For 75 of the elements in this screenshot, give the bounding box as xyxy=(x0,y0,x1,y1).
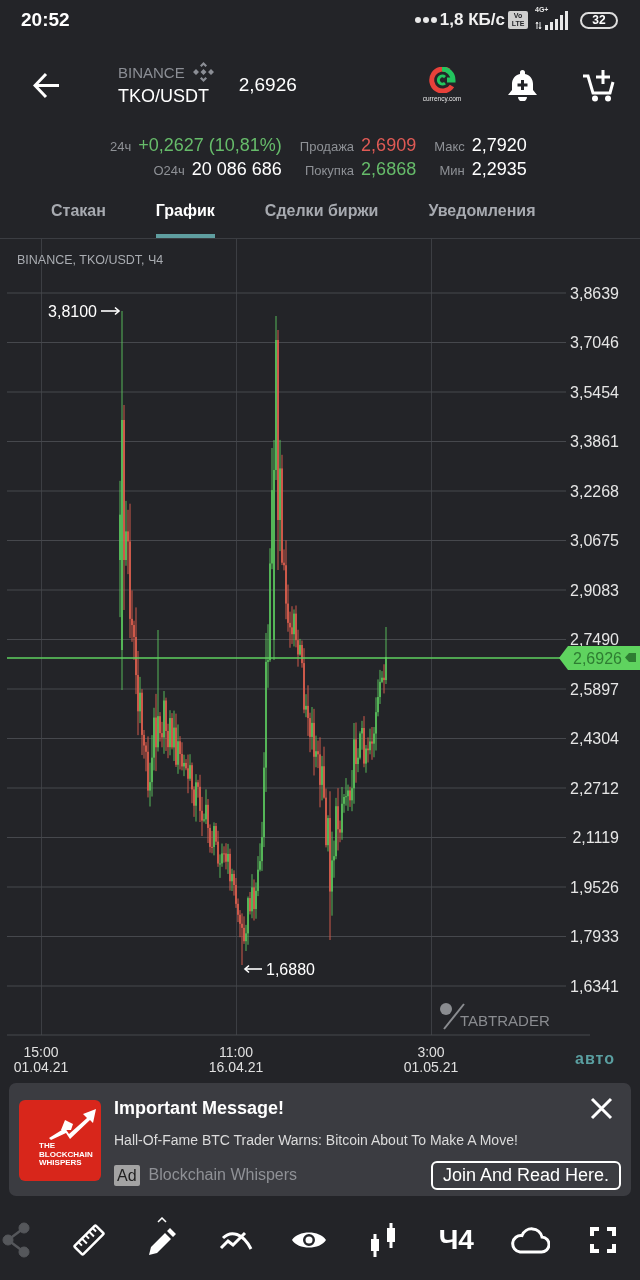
stat-label: Продажа xyxy=(299,139,355,154)
y-axis-label: 3,8639 xyxy=(570,284,619,302)
x-axis-time: 3:00 xyxy=(417,1044,445,1060)
exchange-name: BINANCE xyxy=(118,63,185,81)
scale-mode-toggle[interactable]: авто xyxy=(575,1049,615,1067)
stat-value: 20 086 686 xyxy=(191,159,282,180)
fullscreen-icon[interactable] xyxy=(590,1227,617,1253)
clock-time: 20:52 xyxy=(21,9,70,31)
ad-banner[interactable]: THE BLOCKCHAIN WHISPERS Important Message! Hall-Of-Fame BTC Trader Warns: Bitcoin About To Make A Move! Ad Blockchain Whispers Join And Read Here. xyxy=(9,1083,631,1196)
close-icon[interactable] xyxy=(590,1096,613,1120)
pencil-icon[interactable] xyxy=(147,1227,178,1257)
stat-value: +0,2627 (10,81%) xyxy=(138,135,282,156)
stat-label: Мин xyxy=(439,163,465,178)
stat-value: 2,2935 xyxy=(471,159,527,180)
ad-badge: Ad xyxy=(114,1164,140,1186)
x-axis-time: 11:00 xyxy=(219,1044,253,1060)
high-price-label: 3,8100 xyxy=(48,302,97,320)
stat-label: О24ч xyxy=(153,163,185,178)
tab[interactable]: График xyxy=(155,188,215,238)
join-button[interactable]: Join And Read Here. xyxy=(430,1160,621,1190)
ad-text: Hall-Of-Fame BTC Trader Warns: Bitcoin About To Make A Move! xyxy=(114,1131,519,1150)
timeframe-button[interactable]: Ч4 xyxy=(438,1224,474,1256)
low-price-label: 1,6880 xyxy=(266,960,315,978)
network-speed: 1,8 КБ/с xyxy=(439,10,505,30)
ad-logo-text: THE BLOCKCHAIN WHISPERS xyxy=(39,1142,94,1168)
advertiser-name: Blockchain Whispers xyxy=(148,1166,298,1184)
right-arrow-icon xyxy=(100,306,121,316)
y-axis-label: 3,2268 xyxy=(570,482,619,500)
ruler-icon[interactable] xyxy=(72,1224,105,1256)
tab[interactable]: Уведомления xyxy=(428,188,536,238)
stat-value: 2,6909 xyxy=(361,135,417,156)
x-axis-date: 01.05.21 xyxy=(403,1059,459,1075)
ad-title: Important Message! xyxy=(114,1097,285,1119)
y-axis-label: 1,9526 xyxy=(570,878,619,896)
back-arrow-icon[interactable] xyxy=(33,71,59,99)
left-arrow-icon xyxy=(243,964,263,974)
diamond-logo-icon xyxy=(192,62,214,82)
last-price-label: 2,6926 xyxy=(573,649,622,667)
y-axis-label: 2,2712 xyxy=(570,779,619,797)
tab[interactable]: Стакан xyxy=(51,188,106,238)
battery-indicator: 32 xyxy=(580,11,618,29)
trend-lines-icon[interactable] xyxy=(218,1229,253,1251)
bell-plus-icon[interactable] xyxy=(507,69,538,101)
stat-value: 2,7920 xyxy=(471,135,527,156)
x-axis-time: 15:00 xyxy=(23,1044,59,1060)
stat-label: 24ч xyxy=(110,139,132,154)
y-axis-label: 2,5897 xyxy=(570,680,619,698)
pair-name: TKO/USDT xyxy=(118,85,210,108)
signal-icon xyxy=(535,10,570,30)
cart-plus-icon[interactable] xyxy=(582,68,616,102)
y-axis-label: 3,3861 xyxy=(570,433,619,450)
y-axis-label: 2,9083 xyxy=(570,581,619,599)
tab[interactable]: Сделки биржи xyxy=(264,188,379,238)
stat-label: Макс xyxy=(434,139,465,154)
tag-icon xyxy=(625,653,636,662)
y-axis-label: 1,7933 xyxy=(570,928,619,945)
cloud-icon[interactable] xyxy=(509,1226,550,1254)
y-axis-label: 2,1119 xyxy=(572,829,619,846)
chart-title: BINANCE, TKO/USDT, Ч4 xyxy=(17,253,164,267)
arrow-logo-icon xyxy=(47,1108,97,1140)
y-axis-label: 2,4304 xyxy=(570,730,619,747)
y-axis-label: 3,5454 xyxy=(570,383,619,401)
stat-value: 2,6868 xyxy=(361,159,417,180)
watermark-text: TABTRADER xyxy=(460,1011,550,1029)
last-price: 2,6926 xyxy=(238,74,297,96)
stat-label: Покупка xyxy=(304,163,355,178)
x-axis-date: 16.04.21 xyxy=(208,1059,264,1075)
y-axis-label: 3,7046 xyxy=(570,334,619,351)
y-axis-label: 1,6341 xyxy=(570,977,619,995)
y-axis-label: 2,7490 xyxy=(570,631,619,648)
more-dots-icon xyxy=(414,17,437,23)
x-axis-date: 01.04.21 xyxy=(13,1059,69,1075)
caret-icon xyxy=(157,1217,168,1223)
y-axis-label: 3,0675 xyxy=(570,532,619,549)
currency-logo-icon[interactable] xyxy=(428,67,456,93)
